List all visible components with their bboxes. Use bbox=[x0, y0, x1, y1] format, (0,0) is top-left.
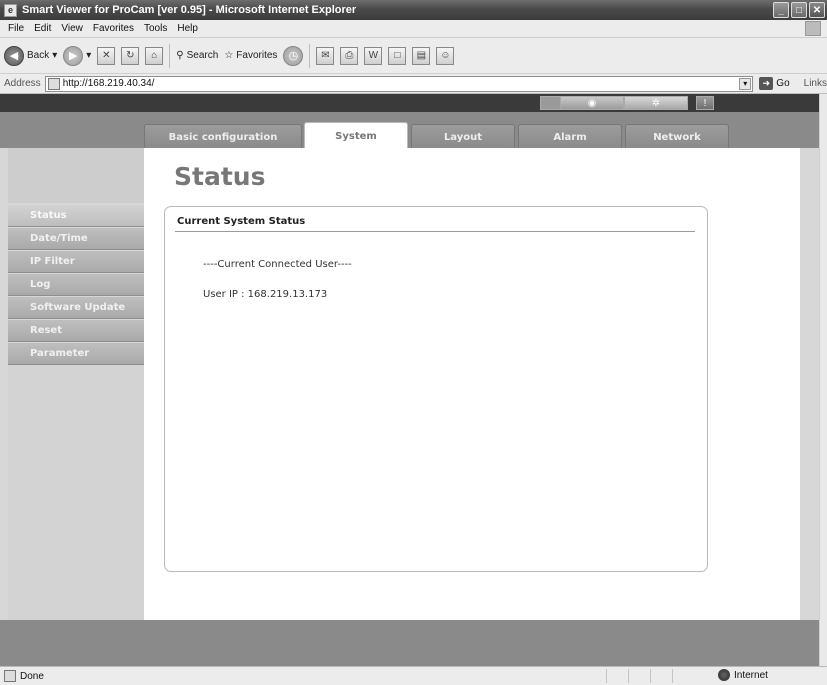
search-icon: ⚲ bbox=[176, 50, 184, 61]
menu-tools[interactable]: Tools bbox=[139, 23, 172, 34]
windows-flag-icon bbox=[805, 21, 821, 36]
close-button[interactable]: ✕ bbox=[809, 2, 825, 18]
minimize-button[interactable]: _ bbox=[773, 2, 789, 18]
go-button[interactable]: ➜ Go bbox=[759, 77, 790, 90]
zone-label: Internet bbox=[734, 669, 768, 681]
address-input[interactable]: http://168.219.40.34/ ▾ bbox=[44, 75, 754, 92]
address-bar: Address http://168.219.40.34/ ▾ ➜ Go Lin… bbox=[0, 74, 827, 94]
status-panel: Current System Status ----Current Connec… bbox=[164, 206, 708, 572]
menu-favorites[interactable]: Favorites bbox=[88, 23, 139, 34]
page-viewport: ◉ ✲ ! Basic configuration System Layout … bbox=[0, 94, 819, 666]
sidebar-item-parameter[interactable]: Parameter bbox=[8, 343, 144, 365]
print-icon[interactable]: ⎙ bbox=[340, 46, 359, 65]
favorites-star-icon: ☆ bbox=[224, 50, 234, 61]
sidebar-item-software-update[interactable]: Software Update bbox=[8, 297, 144, 319]
user-ip-text: User IP : 168.219.13.173 bbox=[203, 289, 328, 300]
viewer-top-strip: ◉ ✲ ! bbox=[0, 94, 819, 112]
mail-icon[interactable]: ✉ bbox=[316, 46, 335, 65]
go-label: Go bbox=[776, 78, 790, 89]
status-text: Done bbox=[20, 670, 44, 682]
favorites-label: Favorites bbox=[236, 50, 278, 61]
browser-toolbar: ◀ Back ▾ ▶ ▾ ✕ ↻ ⌂ ⚲ Search ☆ Favorites … bbox=[0, 38, 827, 74]
live-view-eye-icon[interactable]: ◉ bbox=[560, 96, 624, 110]
menu-file[interactable]: File bbox=[3, 23, 29, 34]
status-cell bbox=[606, 669, 626, 683]
tab-system[interactable]: System bbox=[304, 122, 408, 150]
system-sidebar: Status Date/Time IP Filter Log Software … bbox=[8, 205, 144, 366]
section-divider bbox=[175, 231, 695, 232]
home-icon[interactable]: ⌂ bbox=[145, 46, 164, 65]
section-heading: Current System Status bbox=[177, 216, 306, 227]
page-icon bbox=[47, 77, 60, 90]
content-area: Status Current System Status ----Current… bbox=[144, 148, 800, 620]
menu-edit[interactable]: Edit bbox=[29, 23, 56, 34]
menu-view[interactable]: View bbox=[56, 23, 88, 34]
address-url[interactable]: http://168.219.40.34/ bbox=[63, 78, 155, 89]
window-controls: _ □ ✕ bbox=[773, 2, 825, 18]
edit-word-icon[interactable]: W bbox=[364, 46, 383, 65]
back-dropdown-icon[interactable]: ▾ bbox=[52, 50, 57, 61]
sidebar-filler bbox=[8, 365, 144, 620]
forward-dropdown-icon[interactable]: ▾ bbox=[86, 50, 91, 61]
maximize-button[interactable]: □ bbox=[791, 2, 807, 18]
history-icon[interactable]: ◷ bbox=[283, 45, 304, 66]
internet-globe-icon bbox=[718, 669, 730, 681]
window-title: Smart Viewer for ProCam [ver 0.95] - Mic… bbox=[22, 4, 357, 16]
search-label: Search bbox=[186, 50, 219, 61]
menu-help[interactable]: Help bbox=[172, 23, 203, 34]
footer-band bbox=[0, 620, 819, 666]
sidebar-item-ip-filter[interactable]: IP Filter bbox=[8, 251, 144, 273]
setup-gear-icon[interactable]: ✲ bbox=[624, 96, 688, 110]
messenger-icon[interactable]: ☺ bbox=[436, 46, 455, 65]
status-cell bbox=[672, 669, 692, 683]
mode-bar-edge bbox=[540, 96, 560, 110]
links-toolbar[interactable]: Links bbox=[804, 78, 827, 89]
sidebar-item-reset[interactable]: Reset bbox=[8, 320, 144, 342]
back-arrow-icon: ◀ bbox=[4, 45, 24, 66]
main-tabs: Basic configuration System Layout Alarm … bbox=[0, 112, 819, 150]
go-arrow-icon: ➜ bbox=[759, 77, 774, 90]
forward-button[interactable]: ▶ ▾ bbox=[63, 45, 91, 66]
discuss-icon[interactable]: □ bbox=[388, 46, 407, 65]
vertical-scrollbar[interactable] bbox=[819, 94, 827, 666]
tab-layout[interactable]: Layout bbox=[411, 124, 515, 149]
toolbar-separator bbox=[169, 43, 171, 68]
viewer-mode-buttons: ◉ ✲ ! bbox=[540, 96, 714, 110]
tab-alarm[interactable]: Alarm bbox=[518, 124, 622, 149]
toolbar-separator bbox=[309, 43, 311, 68]
status-cell bbox=[628, 669, 648, 683]
menu-bar: File Edit View Favorites Tools Help bbox=[0, 20, 827, 38]
page-title: Status bbox=[174, 162, 266, 191]
status-cells bbox=[606, 669, 692, 683]
sidebar-header bbox=[8, 148, 144, 203]
address-dropdown-icon[interactable]: ▾ bbox=[739, 77, 752, 90]
tab-network[interactable]: Network bbox=[625, 124, 729, 149]
info-icon[interactable]: ! bbox=[696, 96, 714, 110]
status-cell bbox=[650, 669, 670, 683]
address-label: Address bbox=[4, 78, 41, 89]
favorites-button[interactable]: ☆ Favorites bbox=[224, 50, 277, 61]
research-icon[interactable]: ▤ bbox=[412, 46, 431, 65]
connected-user-header: ----Current Connected User---- bbox=[203, 259, 352, 270]
page-done-icon bbox=[4, 670, 16, 682]
forward-arrow-icon: ▶ bbox=[63, 45, 84, 66]
back-label: Back bbox=[27, 50, 50, 61]
ie-app-icon: e bbox=[4, 3, 17, 17]
sidebar-item-log[interactable]: Log bbox=[8, 274, 144, 296]
sidebar-item-date-time[interactable]: Date/Time bbox=[8, 228, 144, 250]
stop-icon[interactable]: ✕ bbox=[97, 46, 116, 65]
refresh-icon[interactable]: ↻ bbox=[121, 46, 140, 65]
security-zone: Internet bbox=[718, 669, 768, 681]
tab-basic-configuration[interactable]: Basic configuration bbox=[144, 124, 302, 149]
status-bar: Done Internet bbox=[0, 666, 827, 685]
search-button[interactable]: ⚲ Search bbox=[176, 50, 218, 61]
sidebar-item-status[interactable]: Status bbox=[8, 205, 144, 227]
back-button[interactable]: ◀ Back ▾ bbox=[4, 45, 57, 66]
window-titlebar: e Smart Viewer for ProCam [ver 0.95] - M… bbox=[0, 0, 827, 20]
